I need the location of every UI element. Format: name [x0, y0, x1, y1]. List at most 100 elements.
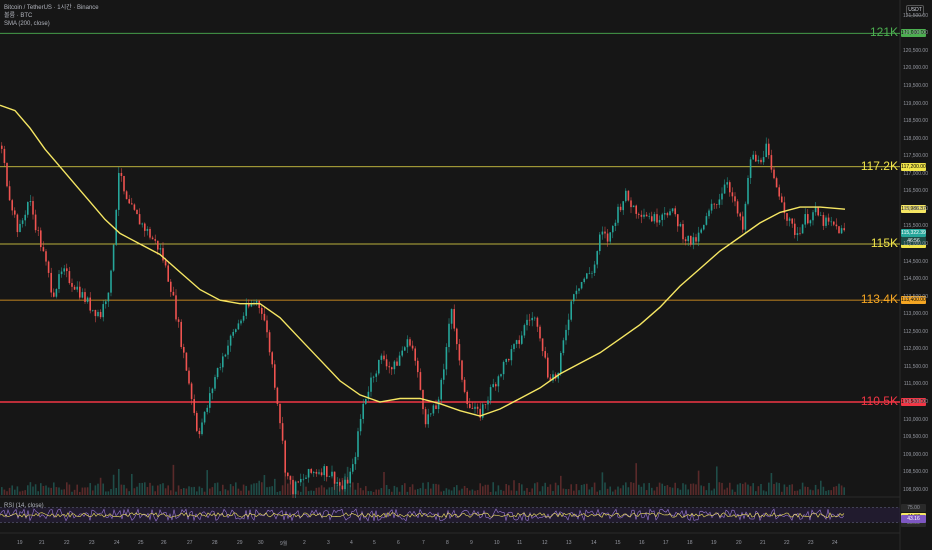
price-chart[interactable]: [0, 0, 932, 550]
level-label[interactable]: 110.5K: [861, 394, 898, 408]
candle-body: [378, 359, 380, 374]
volume-bar: [716, 466, 718, 495]
volume-bar: [196, 491, 198, 495]
volume-bar: [487, 484, 489, 495]
candle-body: [435, 405, 437, 409]
volume-bar: [331, 487, 333, 495]
candle-body: [227, 345, 229, 355]
candle-body: [593, 264, 596, 273]
candle-body: [206, 407, 208, 412]
candle-body: [445, 347, 448, 370]
candle-body: [669, 211, 671, 216]
volume-bar: [385, 485, 388, 495]
volume-bar: [99, 477, 102, 495]
volume-bar: [489, 491, 492, 495]
volume-bar: [232, 486, 234, 495]
candle-body: [240, 320, 242, 324]
volume-bar: [687, 489, 689, 495]
sma-indicator-label[interactable]: SMA (200, close): [4, 20, 99, 28]
volume-bar: [63, 489, 65, 495]
candle-body: [807, 214, 809, 224]
volume-bar: [648, 482, 650, 495]
volume-indicator-label[interactable]: 볼륨 · BTC: [4, 12, 99, 20]
volume-bar: [151, 485, 154, 495]
candle-body: [84, 292, 86, 302]
volume-bar: [575, 484, 578, 495]
candle-body: [492, 384, 494, 388]
volume-bar: [76, 484, 78, 495]
candle-body: [159, 248, 162, 250]
candle-body: [843, 228, 845, 231]
time-tick-label: 21: [760, 540, 766, 546]
volume-bar: [437, 484, 440, 495]
candle-body: [583, 278, 585, 283]
level-label[interactable]: 115K: [871, 236, 898, 250]
volume-bar: [812, 490, 814, 495]
volume-bar: [783, 484, 786, 495]
volume-bar: [614, 489, 617, 495]
candle-body: [125, 191, 128, 200]
volume-bar: [154, 491, 156, 495]
volume-bar: [131, 473, 133, 495]
candle-body: [71, 283, 73, 287]
volume-bar: [684, 484, 687, 495]
candle-body: [47, 261, 50, 273]
volume-bar: [775, 482, 778, 495]
volume-bar: [258, 480, 260, 495]
candle-body: [497, 376, 500, 387]
volume-bar: [58, 487, 60, 495]
candle-body: [521, 335, 523, 344]
volume-bar: [1, 487, 3, 495]
volume-bar: [463, 485, 466, 495]
candle-body: [172, 291, 175, 296]
candle-body: [687, 235, 689, 242]
candle-body: [310, 469, 312, 473]
volume-bar: [838, 483, 840, 495]
time-tick-label: 8: [446, 540, 449, 546]
symbol-title[interactable]: Bitcoin / TetherUS · 1시간 · Binance: [4, 4, 99, 12]
rsi-label[interactable]: RSI (14, close): [4, 503, 44, 509]
candle-body: [757, 159, 760, 162]
candle-body: [63, 268, 65, 272]
volume-bar: [723, 489, 726, 495]
candle-body: [149, 229, 151, 238]
price-tick-label: 121,500.00: [902, 12, 928, 19]
candle-body: [513, 344, 515, 350]
candle-body: [450, 309, 453, 324]
volume-bar: [718, 482, 721, 495]
volume-bar: [461, 488, 463, 495]
volume-bar: [747, 484, 749, 495]
volume-bar: [172, 464, 175, 495]
volume-bar: [417, 489, 419, 495]
candle-body: [193, 399, 195, 413]
volume-bar: [214, 483, 216, 495]
candle-body: [502, 361, 505, 375]
candle-body: [245, 304, 247, 316]
candle-body: [651, 216, 653, 222]
volume-bar: [801, 482, 804, 495]
volume-bar: [97, 483, 99, 495]
time-tick-label: 15: [615, 540, 621, 546]
time-tick-label: 19: [17, 540, 23, 546]
volume-bar: [352, 482, 354, 495]
candle-body: [284, 440, 286, 473]
volume-bar: [825, 490, 827, 495]
volume-bar: [710, 490, 713, 495]
volume-bar: [804, 486, 806, 495]
level-label[interactable]: 121K: [870, 25, 898, 39]
candle-body: [235, 329, 237, 332]
level-label[interactable]: 113.4K: [861, 292, 898, 306]
level-label[interactable]: 117.2K: [861, 159, 898, 173]
candle-body: [648, 216, 650, 217]
volume-bar: [656, 486, 658, 495]
volume-bar: [630, 482, 632, 495]
candle-body: [346, 479, 349, 484]
volume-bar: [84, 487, 86, 495]
volume-bar: [261, 482, 263, 495]
volume-bar: [560, 475, 562, 495]
candle-body: [128, 199, 130, 204]
volume-bar: [640, 486, 643, 495]
candle-body: [318, 472, 320, 474]
volume-bar: [419, 488, 422, 495]
price-tick-label: 114,500.00: [903, 258, 928, 265]
